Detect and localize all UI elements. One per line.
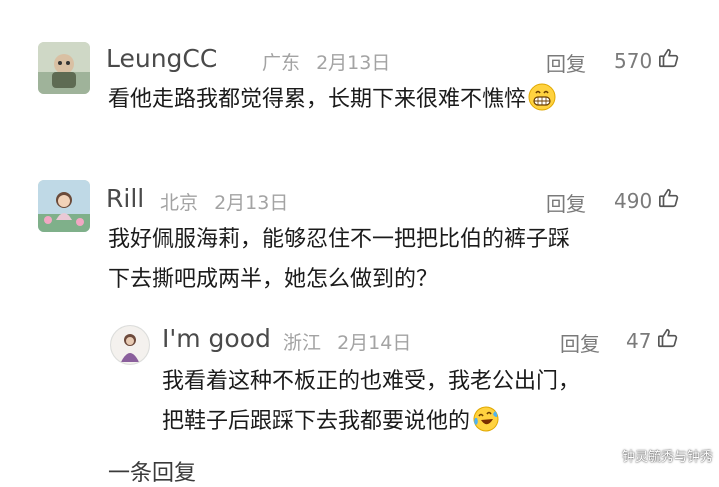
reply-text: 我看着这种不板正的也难受，我老公出门， 把鞋子后跟踩下去我都要说他的	[162, 362, 580, 447]
comment-meta: 北京 2月13日	[160, 188, 288, 215]
comment-date: 2月13日	[214, 192, 289, 214]
reply-text-line: 我看着这种不板正的也难受，我老公出门，	[162, 369, 581, 394]
grin-emoji-icon	[528, 83, 556, 125]
thumbs-up-icon	[658, 47, 680, 74]
comment-text-line: 我好佩服海莉，能够忍住不一把把比伯的裤子踩	[108, 227, 571, 252]
comment-meta: 广东 2月13日	[262, 48, 390, 75]
thumbs-up-icon	[658, 187, 680, 214]
like-button[interactable]: 570	[614, 47, 680, 74]
reply-username[interactable]: I'm good	[162, 324, 271, 353]
comment-date: 2月13日	[316, 52, 391, 74]
reply-button[interactable]: 回复	[546, 48, 586, 77]
reply-date: 2月14日	[337, 332, 412, 354]
reply-meta: 浙江 2月14日	[283, 328, 411, 355]
watermark: 钟灵毓秀与钟秀	[621, 450, 713, 465]
reply-text-line-2: 把鞋子后跟踩下去我都要说他的	[162, 402, 580, 447]
laugh-cry-emoji-icon	[472, 405, 500, 447]
comment-text-line: 看他走路我都觉得累，长期下来很难不憔悴	[108, 87, 527, 112]
comment-location: 广东	[262, 52, 301, 74]
reply-button[interactable]: 回复	[560, 328, 600, 357]
like-button[interactable]: 490	[614, 187, 680, 214]
avatar[interactable]	[38, 180, 90, 232]
reply-location: 浙江	[283, 332, 322, 354]
comment-username[interactable]: LeungCC	[106, 44, 217, 73]
partial-next-item[interactable]: 一条回复	[108, 455, 196, 487]
like-count: 490	[614, 188, 653, 213]
like-count: 570	[614, 48, 653, 73]
comment-text-line: 下去撕吧成两半，她怎么做到的？	[108, 267, 439, 292]
like-button[interactable]: 47	[626, 327, 679, 354]
comment-username[interactable]: Rill	[106, 184, 144, 213]
avatar[interactable]	[110, 325, 150, 365]
reply-button[interactable]: 回复	[546, 188, 586, 217]
comment-text: 看他走路我都觉得累，长期下来很难不憔悴	[108, 80, 556, 125]
thumbs-up-icon	[657, 327, 679, 354]
like-count: 47	[626, 328, 652, 353]
reply-text-line: 把鞋子后跟踩下去我都要说他的	[162, 409, 471, 434]
comment-text: 我好佩服海莉，能够忍住不一把把比伯的裤子踩 下去撕吧成两半，她怎么做到的？	[108, 220, 570, 300]
avatar[interactable]	[38, 42, 90, 94]
comment-location: 北京	[160, 192, 199, 214]
